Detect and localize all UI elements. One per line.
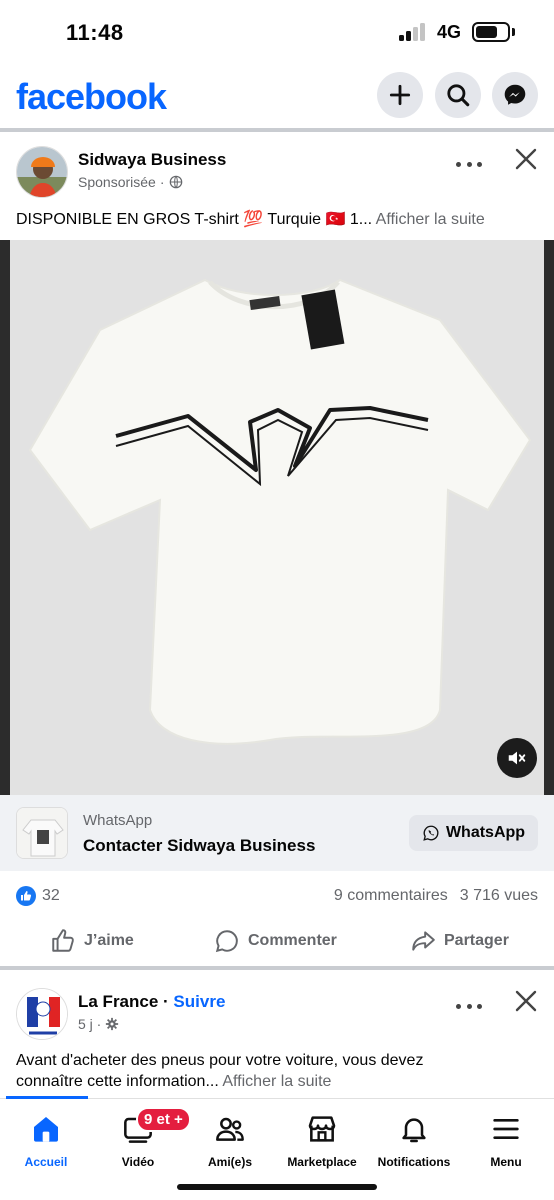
post-header: Sidwaya Business Sponsorisée · bbox=[0, 146, 554, 206]
more-options-icon[interactable] bbox=[456, 154, 482, 174]
whatsapp-button[interactable]: WhatsApp bbox=[409, 815, 538, 851]
status-time: 11:48 bbox=[66, 20, 124, 45]
app-header: facebook bbox=[0, 64, 554, 128]
close-icon[interactable] bbox=[513, 146, 539, 172]
close-icon[interactable] bbox=[513, 988, 539, 1014]
friends-icon bbox=[216, 1117, 244, 1141]
marketplace-icon bbox=[308, 1116, 336, 1142]
post-header: La France · Suivre 5 j · bbox=[0, 988, 554, 1048]
post-meta: 5 j · bbox=[78, 1016, 119, 1032]
speaker-muted-icon bbox=[508, 751, 526, 765]
messenger-icon bbox=[504, 84, 526, 105]
comment-button[interactable]: Commenter bbox=[214, 924, 337, 958]
plus-icon bbox=[389, 84, 411, 106]
post-actions: J’aime Commenter Partager bbox=[0, 918, 554, 964]
nav-friends[interactable]: Ami(e)s bbox=[184, 1099, 276, 1169]
nav-notifications[interactable]: Notifications bbox=[368, 1099, 460, 1169]
nav-home-label: Accueil bbox=[24, 1155, 68, 1169]
comment-label: Commenter bbox=[248, 932, 337, 949]
post-stats: 32 9 commentaires 3 716 vues bbox=[0, 880, 554, 912]
settings-icon bbox=[106, 1017, 119, 1031]
cta-bar: WhatsApp Contacter Sidwaya Business What… bbox=[0, 795, 554, 871]
cta-title[interactable]: Contacter Sidwaya Business bbox=[83, 836, 315, 856]
post-body-line2: connaître cette information... Afficher … bbox=[16, 1071, 423, 1092]
post-body: DISPONIBLE EN GROS T-shirt 💯 Turquie 🇹🇷 … bbox=[16, 211, 373, 228]
feed-divider bbox=[0, 966, 554, 970]
network-type: 4G bbox=[437, 22, 462, 42]
menu-icon bbox=[493, 1119, 519, 1139]
status-bar: 11:48 4G bbox=[0, 0, 554, 64]
cta-thumbnail bbox=[16, 807, 68, 859]
see-more-link[interactable]: Afficher la suite bbox=[222, 1073, 331, 1090]
post-author[interactable]: La France bbox=[78, 992, 158, 1011]
avatar[interactable] bbox=[16, 988, 68, 1040]
whatsapp-button-label: WhatsApp bbox=[445, 824, 526, 841]
share-button[interactable]: Partager bbox=[410, 924, 509, 958]
post-meta: Sponsorisée · bbox=[78, 174, 183, 190]
home-icon bbox=[34, 1117, 58, 1142]
comment-icon bbox=[215, 930, 238, 953]
create-button[interactable] bbox=[377, 72, 423, 118]
post-time: 5 j · bbox=[78, 1016, 102, 1032]
feed-divider bbox=[0, 128, 554, 132]
nav-marketplace[interactable]: Marketplace bbox=[276, 1099, 368, 1169]
follow-separator: · bbox=[158, 992, 174, 1011]
nav-notifications-label: Notifications bbox=[377, 1155, 451, 1169]
globe-icon bbox=[169, 175, 182, 189]
search-button[interactable] bbox=[435, 72, 481, 118]
meta-separator: · bbox=[159, 174, 165, 190]
tshirt-image bbox=[10, 240, 544, 795]
post-text: Avant d'acheter des pneus pour votre voi… bbox=[16, 1050, 423, 1092]
like-reaction-icon[interactable] bbox=[16, 886, 36, 906]
like-button[interactable]: J’aime bbox=[50, 924, 134, 958]
nav-video-label: Vidéo bbox=[121, 1155, 155, 1169]
bell-icon bbox=[402, 1118, 426, 1143]
share-icon bbox=[412, 931, 435, 951]
video-badge: 9 et + bbox=[136, 1107, 191, 1132]
mute-button[interactable] bbox=[497, 738, 537, 778]
follow-link[interactable]: Suivre bbox=[173, 992, 225, 1011]
view-count: 3 716 vues bbox=[459, 887, 538, 904]
post-body-line2-text: connaître cette information... bbox=[16, 1073, 219, 1090]
nav-video[interactable]: 9 et + Vidéo bbox=[92, 1099, 191, 1169]
comment-count[interactable]: 9 commentaires bbox=[334, 887, 448, 905]
post-author-line: La France · Suivre bbox=[78, 992, 225, 1012]
more-options-icon[interactable] bbox=[456, 996, 482, 1016]
avatar[interactable] bbox=[16, 146, 68, 198]
cta-source: WhatsApp bbox=[83, 812, 153, 829]
sponsored-label: Sponsorisée bbox=[78, 174, 156, 190]
post-author[interactable]: Sidwaya Business bbox=[78, 150, 226, 170]
home-indicator bbox=[177, 1184, 377, 1190]
whatsapp-icon bbox=[423, 825, 439, 841]
nav-marketplace-label: Marketplace bbox=[287, 1155, 357, 1169]
post-text: DISPONIBLE EN GROS T-shirt 💯 Turquie 🇹🇷 … bbox=[16, 209, 485, 230]
search-icon bbox=[447, 84, 470, 107]
post-media[interactable] bbox=[0, 240, 554, 795]
battery-icon bbox=[472, 22, 510, 42]
post-body-line1: Avant d'acheter des pneus pour votre voi… bbox=[16, 1052, 424, 1069]
see-more-link[interactable]: Afficher la suite bbox=[376, 211, 485, 228]
nav-menu-label: Menu bbox=[490, 1155, 522, 1169]
messenger-button[interactable] bbox=[492, 72, 538, 118]
thumbs-up-icon bbox=[52, 929, 74, 952]
share-label: Partager bbox=[444, 932, 509, 949]
nav-friends-label: Ami(e)s bbox=[207, 1155, 252, 1169]
signal-icon bbox=[399, 23, 427, 41]
like-label: J’aime bbox=[84, 932, 134, 949]
nav-menu[interactable]: Menu bbox=[460, 1099, 552, 1169]
like-count[interactable]: 32 bbox=[42, 887, 60, 905]
nav-home[interactable]: Accueil bbox=[0, 1099, 92, 1169]
facebook-logo[interactable]: facebook bbox=[16, 76, 167, 118]
